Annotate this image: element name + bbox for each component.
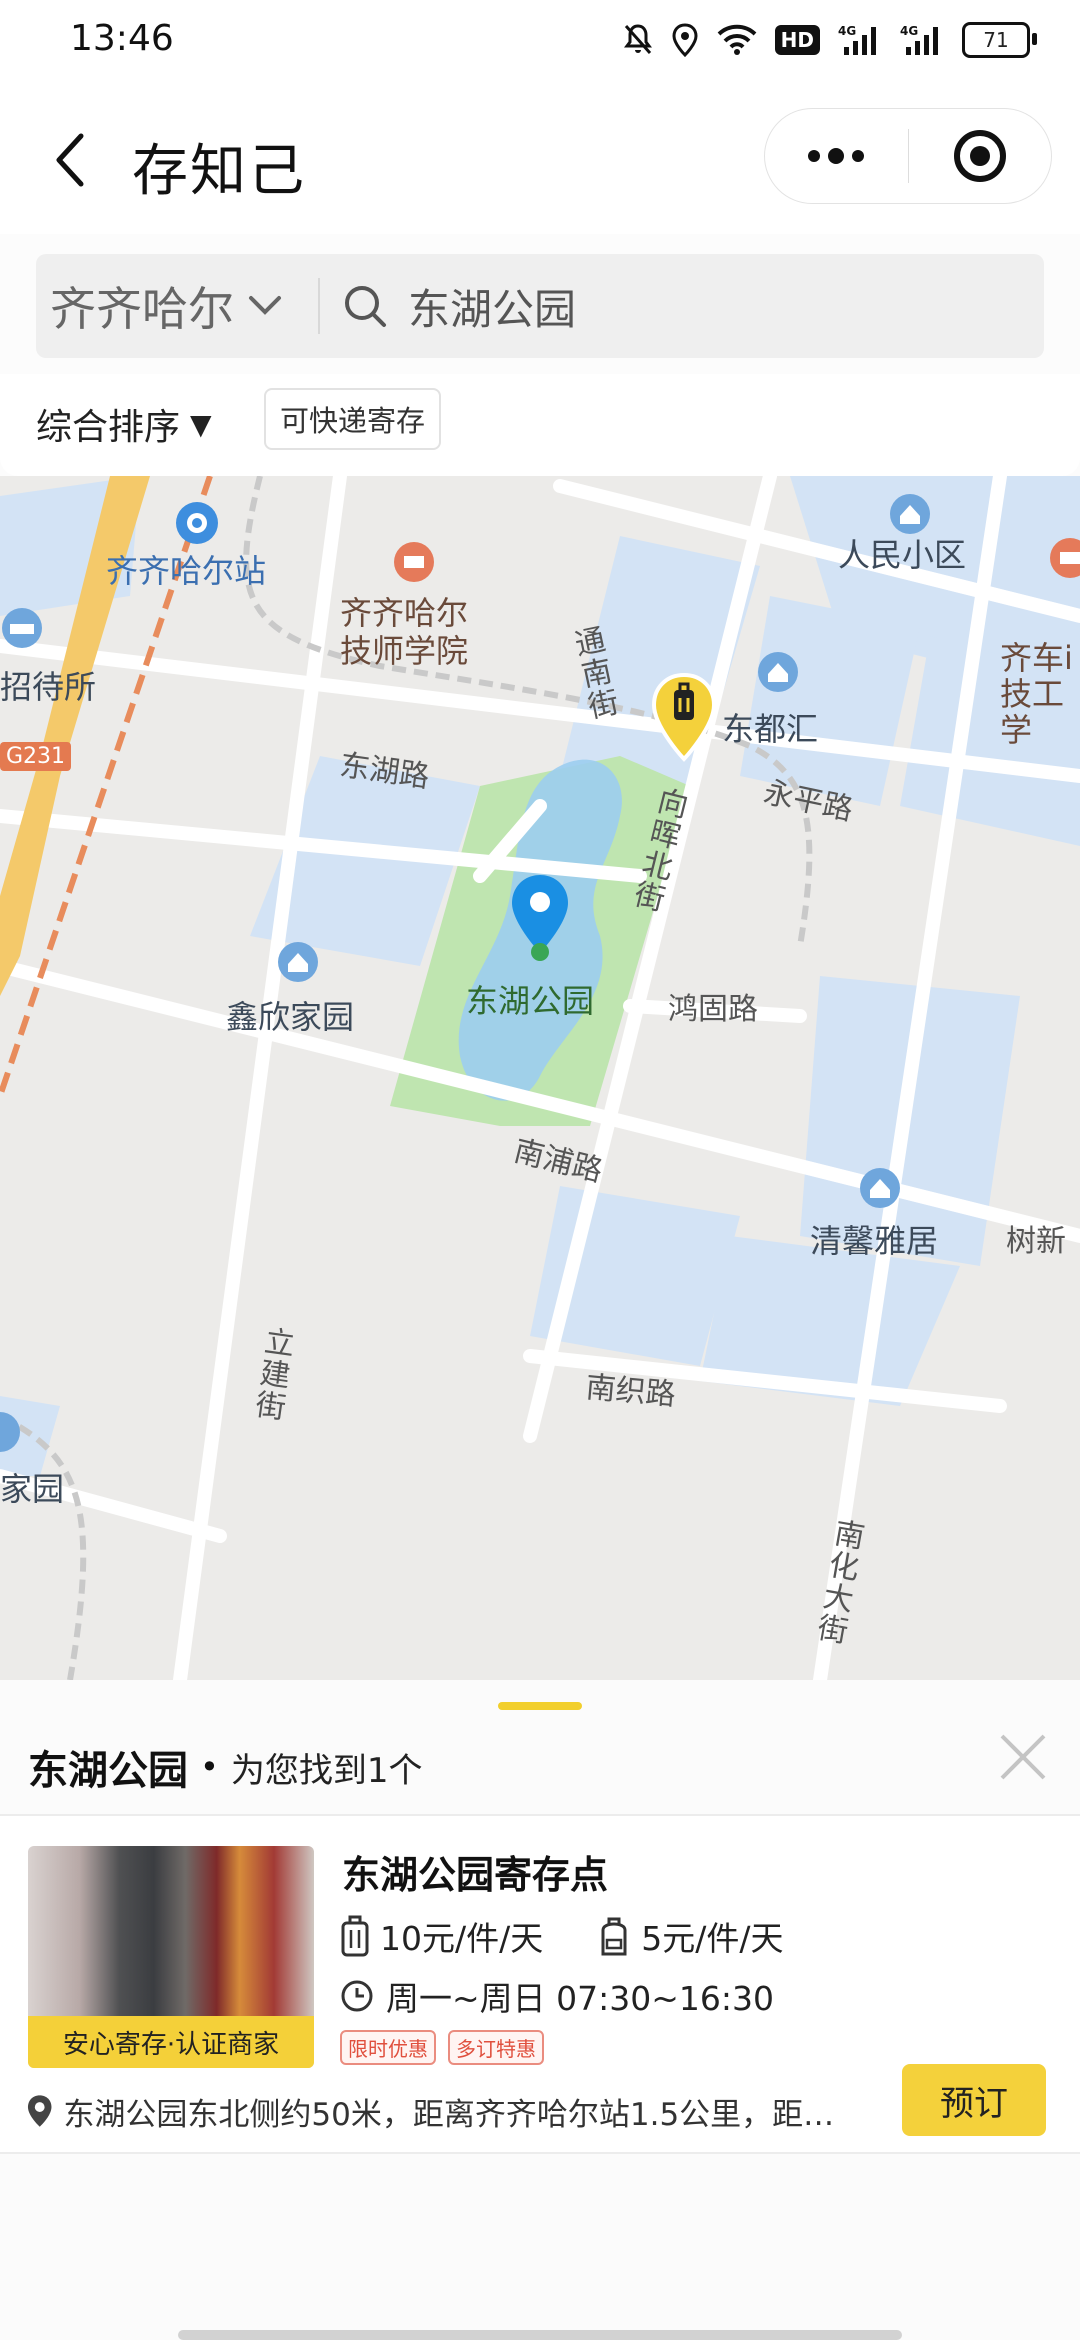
map-label-qiche-line2: 技工学 xyxy=(1000,675,1065,749)
storage-location-pin-icon[interactable] xyxy=(650,672,718,762)
map-label-school: 齐齐哈尔 技师学院 xyxy=(340,594,468,670)
map-label-jiayuan: 家园 xyxy=(0,1470,65,1508)
city-selector[interactable]: 齐齐哈尔 xyxy=(50,254,282,358)
suitcase-icon xyxy=(341,1915,369,1957)
close-icon[interactable] xyxy=(996,1730,1050,1784)
status-time: 13:46 xyxy=(70,18,174,59)
map-canvas xyxy=(0,476,1080,1680)
merchant-badge: 安心寄存·认证商家 xyxy=(28,2016,314,2068)
map-label-nanzhi: 南织路 xyxy=(584,1370,678,1413)
page-title: 存知己 xyxy=(132,139,306,204)
results-sheet: 东湖公园 • 为您找到1个 安心寄存·认证商家 东湖公园寄存点 10元/件/天 … xyxy=(0,1680,1080,2340)
park-location-pin-icon[interactable] xyxy=(508,872,572,962)
map-label-zhaodaisuo: 招待所 xyxy=(0,668,97,706)
results-header: 东湖公园 • 为您找到1个 xyxy=(28,1732,423,1802)
sort-dropdown[interactable]: 综合排序 ▼ xyxy=(36,392,212,456)
back-button[interactable] xyxy=(40,120,100,200)
backpack-icon xyxy=(601,1917,627,1956)
results-place: 东湖公园 xyxy=(28,1748,188,1794)
search-bar: 齐齐哈尔 东湖公园 xyxy=(36,254,1044,358)
residential-icon xyxy=(0,1412,20,1452)
hours-text: 周一~周日 07:30~16:30 xyxy=(386,1979,774,2018)
residential-icon xyxy=(278,942,318,982)
clock-icon xyxy=(341,1980,373,2012)
status-icons: HD 4G 4G 71 xyxy=(623,20,1037,60)
chevron-down-icon xyxy=(249,296,281,315)
map-label-honggu: 鸿固路 xyxy=(668,992,758,1027)
residential-icon xyxy=(758,652,798,692)
book-button[interactable]: 预订 xyxy=(902,2064,1046,2136)
map-label-renmin: 人民小区 xyxy=(838,536,967,574)
storage-name: 东湖公园寄存点 xyxy=(342,1853,609,1897)
search-icon xyxy=(345,286,386,327)
app-root: 13:46 HD 4G 4G 71 存知己 齐齐哈尔 东湖公园 综合排序 ▼ 可… xyxy=(0,0,1080,2340)
school-icon xyxy=(394,542,434,582)
battery-icon: 71 xyxy=(962,22,1037,58)
hd-icon: HD xyxy=(774,25,820,55)
sheet-drag-handle[interactable] xyxy=(498,1702,582,1710)
more-button[interactable] xyxy=(765,109,908,203)
results-count: 为您找到1个 xyxy=(230,1750,423,1791)
map-label-station: 齐齐哈尔站 xyxy=(106,552,267,590)
map-label-dongduhui: 东都汇 xyxy=(722,710,819,748)
large-price-text: 10元/件/天 xyxy=(380,1919,544,1958)
map-label-school-line2: 技师学院 xyxy=(340,632,469,670)
small-luggage-price: 5元/件/天 xyxy=(597,1912,783,1960)
search-input[interactable]: 东湖公园 xyxy=(342,254,1032,358)
map-label-school-line1: 齐齐哈尔 xyxy=(340,594,469,632)
price-row: 10元/件/天 5元/件/天 xyxy=(340,1908,783,1964)
chevron-left-icon xyxy=(56,133,84,187)
more-dots-icon xyxy=(808,148,865,164)
small-price-text: 5元/件/天 xyxy=(641,1919,784,1958)
express-storage-chip[interactable]: 可快递寄存 xyxy=(264,388,442,450)
hours-row: 周一~周日 07:30~16:30 xyxy=(340,1970,774,2022)
promo-tags: 限时优惠 多订特惠 xyxy=(340,2030,544,2065)
map-label-xinxin: 鑫欣家园 xyxy=(226,998,355,1036)
status-bar: 13:46 HD 4G 4G 71 xyxy=(0,0,1080,84)
svg-text:4G: 4G xyxy=(838,24,856,38)
bell-off-icon xyxy=(623,20,653,60)
sort-arrow-icon: ▼ xyxy=(190,407,212,441)
home-indicator[interactable] xyxy=(178,2330,902,2340)
map-label-park: 东湖公园 xyxy=(466,982,595,1020)
city-label: 齐齐哈尔 xyxy=(50,282,234,336)
signal-4g-icon: 4G xyxy=(900,20,944,60)
location-icon xyxy=(671,20,699,60)
hotel-icon xyxy=(2,608,42,648)
storage-photo: 安心寄存·认证商家 xyxy=(28,1846,314,2068)
svg-text:4G: 4G xyxy=(900,24,918,38)
map-label-qiche: 齐车i 技工学 xyxy=(1000,640,1080,748)
residential-icon xyxy=(860,1168,900,1208)
promo-tag: 限时优惠 xyxy=(340,2030,436,2065)
nav-header: 存知己 xyxy=(0,84,1080,234)
search-divider xyxy=(318,278,320,334)
map-label-qingxin: 清馨雅居 xyxy=(810,1222,939,1260)
close-miniapp-button[interactable] xyxy=(909,109,1052,203)
signal-4g-icon: 4G xyxy=(838,20,882,60)
filter-bar: 综合排序 ▼ 可快递寄存 xyxy=(0,374,1080,476)
storage-result-card[interactable]: 安心寄存·认证商家 东湖公园寄存点 10元/件/天 5元/件/天 周一~周日 0… xyxy=(0,1816,1080,2154)
address-text: 东湖公园东北侧约50米，距离齐齐哈尔站1.5公里，距… xyxy=(63,2096,835,2133)
school-icon xyxy=(1050,538,1080,578)
train-station-icon xyxy=(176,502,218,544)
search-query: 东湖公园 xyxy=(408,284,577,334)
address-row: 东湖公园东北侧约50米，距离齐齐哈尔站1.5公里，距… xyxy=(26,2086,886,2136)
location-pin-icon xyxy=(27,2095,52,2127)
target-icon xyxy=(953,130,1006,182)
map-view[interactable]: 齐齐哈尔站 齐齐哈尔 技师学院 人民小区 齐车i 技工学 招待所 G231 通南… xyxy=(0,476,1080,1680)
large-luggage-price: 10元/件/天 xyxy=(340,1912,543,1960)
miniapp-capsule xyxy=(764,108,1052,204)
wifi-icon xyxy=(717,20,757,60)
map-label-qiche-line1: 齐车i xyxy=(1000,639,1073,677)
results-dot: • xyxy=(200,1748,219,1786)
sort-label: 综合排序 xyxy=(36,407,181,448)
map-label-shuxin: 树新 xyxy=(1006,1224,1066,1259)
promo-tag: 多订特惠 xyxy=(448,2030,544,2065)
map-label-g231: G231 xyxy=(0,742,72,771)
